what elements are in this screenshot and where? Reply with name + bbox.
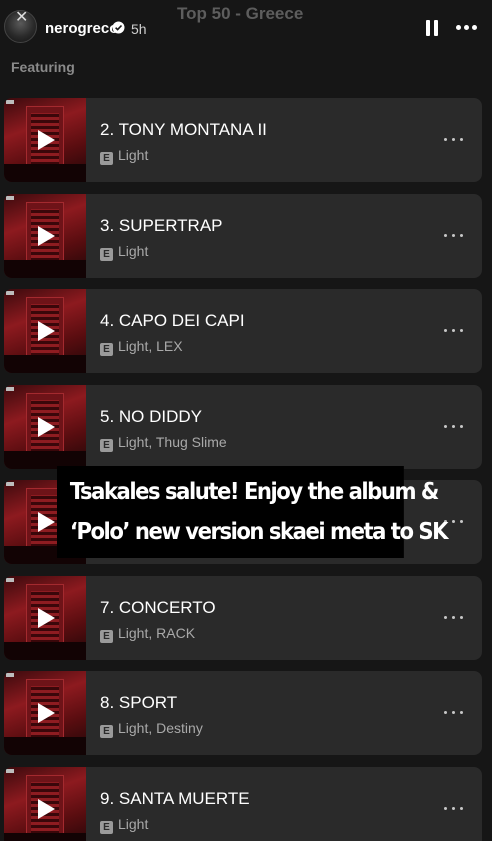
track-artists: Light [118,243,149,259]
track-title: 5. NO DIDDY [100,407,203,426]
play-icon[interactable] [38,226,55,246]
track-artists: Light, LEX [118,338,183,354]
track-card[interactable]: 5. NO DIDDY E Light, Thug Slime [4,385,482,469]
play-icon[interactable] [38,321,55,341]
track-artists: Light, Destiny [118,720,203,736]
track-title: 2. TONY MONTANA II [100,120,267,139]
track-artists: Light, RACK [118,625,196,641]
more-options-icon[interactable] [444,234,464,238]
play-icon[interactable] [38,703,55,723]
more-options-icon[interactable] [444,138,464,142]
track-artists: Light, Thug Slime [118,434,227,450]
more-options-icon[interactable] [444,329,464,333]
track-card[interactable]: 2. TONY MONTANA II E Light [4,98,482,182]
track-meta: E Light, RACK [100,625,195,643]
play-icon[interactable] [38,799,55,819]
caption-line-1: Tsakales salute! Enjoy the album & [69,479,440,505]
explicit-badge: E [100,152,113,165]
track-title: 9. SANTA MUERTE [100,789,250,808]
track-card[interactable]: 3. SUPERTRAP E Light [4,194,482,278]
caption-line-2: ‘Polo’ new version skaei meta to SK [69,519,449,545]
track-title: 4. CAPO DEI CAPI [100,311,245,330]
play-icon[interactable] [38,512,55,532]
track-title: 7. CONCERTO [100,598,216,617]
more-options-icon[interactable] [444,711,464,715]
track-meta: E Light [100,243,148,261]
more-options-icon[interactable] [444,425,464,429]
track-artists: Light [118,816,149,832]
track-meta: E Light, Destiny [100,720,203,738]
track-list: 2. TONY MONTANA II E Light 3. SUPERTRAP E… [0,0,492,841]
track-meta: E Light [100,147,148,165]
play-icon[interactable] [38,608,55,628]
explicit-badge: E [100,630,113,643]
track-card[interactable]: 8. SPORT E Light, Destiny [4,671,482,755]
story-caption: Tsakales salute! Enjoy the album & ‘Polo… [57,466,449,558]
explicit-badge: E [100,439,113,452]
track-card[interactable]: 7. CONCERTO E Light, RACK [4,576,482,660]
track-card[interactable]: 9. SANTA MUERTE E Light [4,767,482,841]
track-artists: Light [118,147,149,163]
explicit-badge: E [100,248,113,261]
more-options-icon[interactable] [444,616,464,620]
track-title: 8. SPORT [100,693,178,712]
track-meta: E Light, LEX [100,338,183,356]
explicit-badge: E [100,343,113,356]
play-icon[interactable] [38,130,55,150]
explicit-badge: E [100,725,113,738]
track-title: 3. SUPERTRAP [100,216,223,235]
track-meta: E Light [100,816,148,834]
track-card[interactable]: 4. CAPO DEI CAPI E Light, LEX [4,289,482,373]
explicit-badge: E [100,821,113,834]
track-meta: E Light, Thug Slime [100,434,227,452]
play-icon[interactable] [38,417,55,437]
more-options-icon[interactable] [444,807,464,811]
